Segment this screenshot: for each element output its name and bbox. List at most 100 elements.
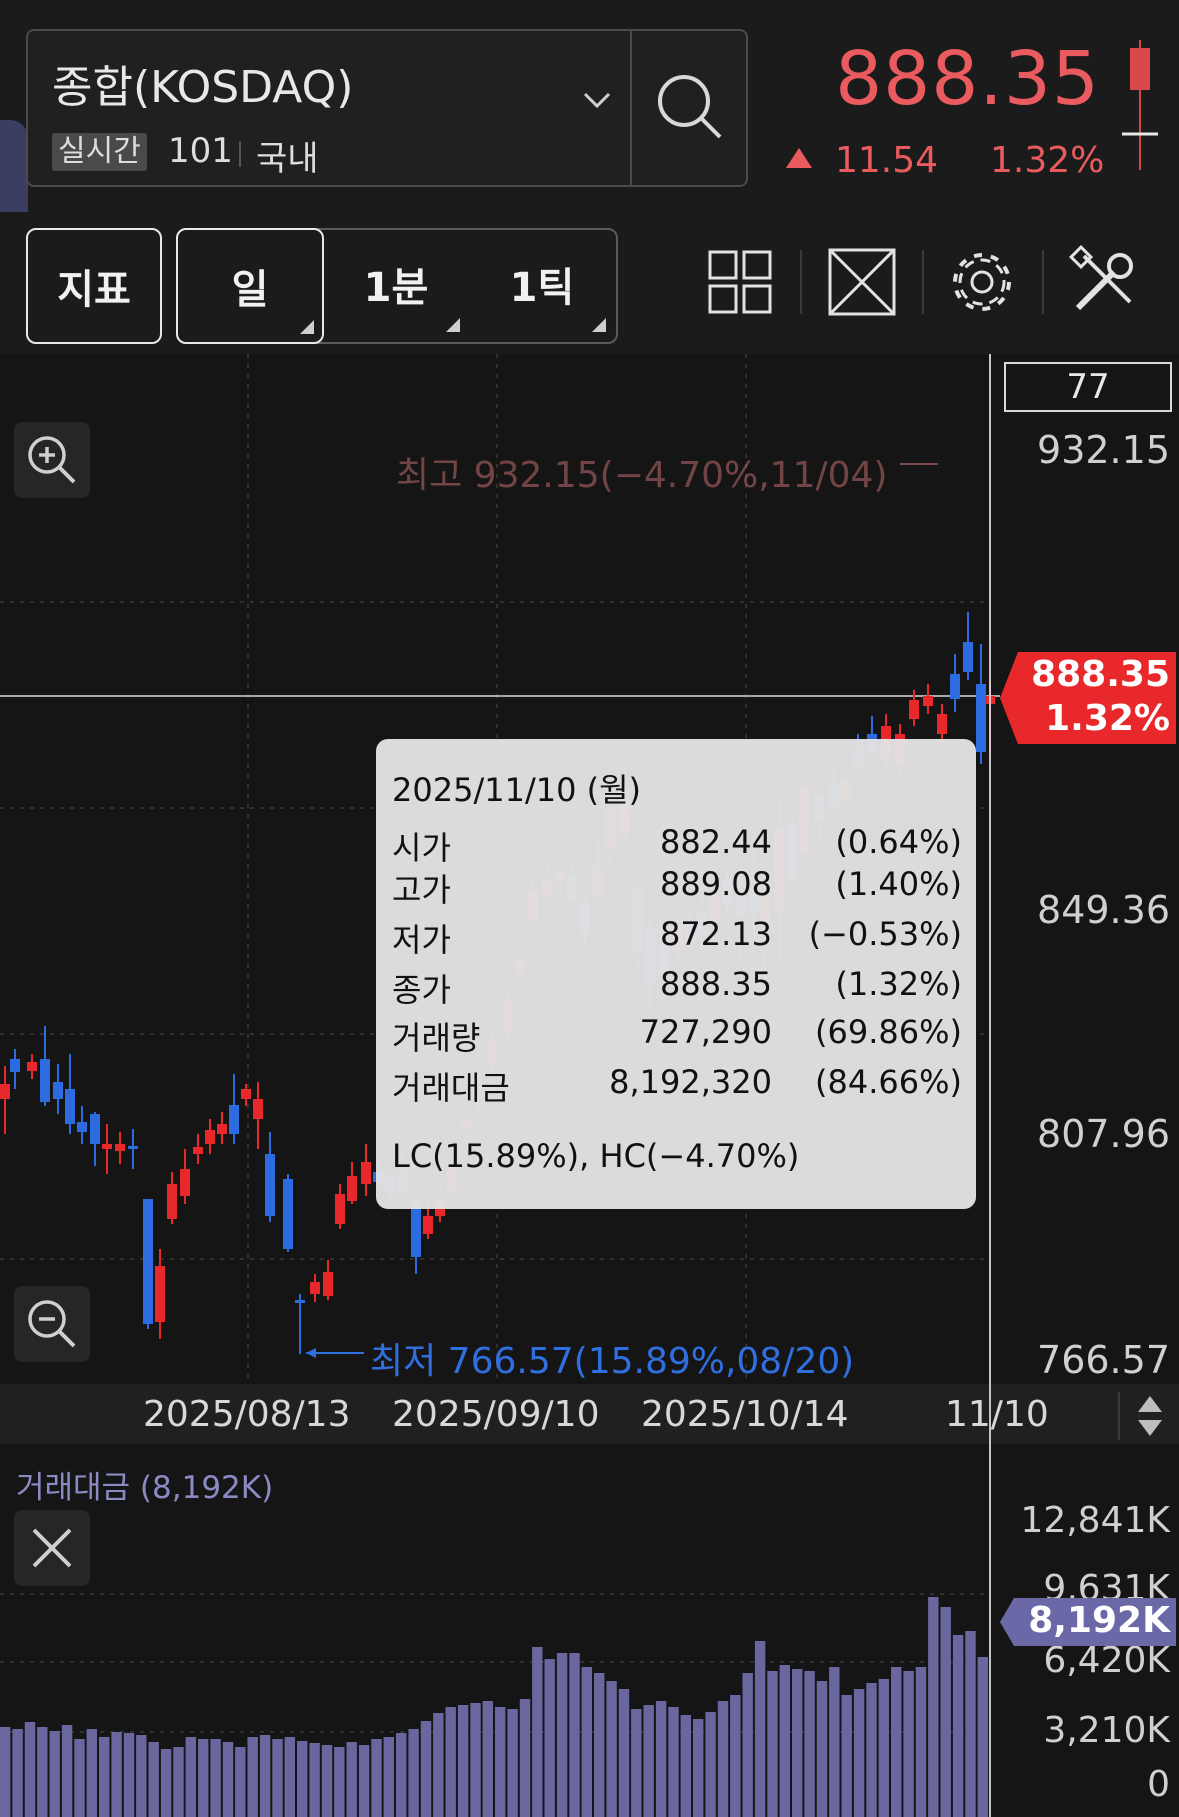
amount-bar	[408, 1729, 419, 1817]
y-axis-label: 849.36	[1037, 888, 1170, 932]
symbol-code: 101	[168, 131, 233, 171]
candle-body	[10, 1059, 20, 1072]
amount-bar	[853, 1689, 865, 1817]
current-price-tag-value: 888.35	[1031, 654, 1170, 695]
indicator-button[interactable]: 지표	[26, 228, 162, 344]
amount-bar	[346, 1742, 357, 1817]
tooltip-key: 고가	[392, 871, 451, 909]
gear-icon[interactable]	[942, 242, 1022, 322]
amount-bar	[878, 1679, 889, 1817]
amount-bar	[470, 1703, 481, 1817]
candle-body	[923, 696, 933, 706]
candle-body	[241, 1089, 251, 1099]
symbol-name: 종합(KOSDAQ)	[52, 62, 354, 113]
candle-body	[143, 1199, 153, 1324]
amount-bar	[532, 1647, 543, 1817]
axis-scroll-button[interactable]	[1118, 1392, 1179, 1440]
symbol-selector[interactable]: 종합(KOSDAQ) 실시간 101 국내	[26, 29, 748, 187]
amount-bar	[767, 1671, 778, 1817]
price-chart[interactable]: 77 932.15 849.36 807.96 766.57 최고 932.15…	[0, 354, 1179, 1384]
amount-bar	[693, 1719, 704, 1817]
amount-bar	[655, 1701, 667, 1817]
grid-layout-icon[interactable]	[700, 242, 780, 322]
amount-bar	[631, 1709, 642, 1817]
high-price-annotation: 최고 932.15(−4.70%,11/04)	[396, 455, 888, 496]
candle-body	[909, 700, 919, 719]
candle-body	[0, 1084, 10, 1099]
period-day-button[interactable]: 일	[176, 228, 324, 344]
amount-bar	[49, 1731, 60, 1817]
candle-body	[77, 1122, 87, 1132]
candle-body	[950, 674, 960, 699]
tools-icon[interactable]	[1064, 242, 1144, 322]
tooltip-date: 2025/11/10 (월)	[392, 771, 642, 809]
amount-bar	[544, 1659, 555, 1817]
amount-bar	[297, 1741, 308, 1817]
amount-bar	[804, 1671, 815, 1817]
amount-bar	[952, 1635, 964, 1817]
amount-bar	[829, 1667, 840, 1817]
candle-count-input[interactable]: 77	[1004, 362, 1172, 412]
period-1tick-button[interactable]: 1틱	[470, 228, 614, 340]
expand-icon[interactable]	[822, 242, 902, 322]
tooltip-key: 종가	[392, 971, 451, 1009]
period-1min-label: 1분	[363, 265, 429, 311]
realtime-tag: 실시간	[52, 133, 147, 171]
up-arrow-icon	[786, 148, 812, 168]
amount-axis-label: 0	[1147, 1764, 1170, 1805]
amount-bar	[482, 1701, 493, 1817]
tooltip-key: 저가	[392, 921, 451, 959]
trading-amount-chart[interactable]: 거래대금 (8,192K) 12,841K 9,631K 6,420K 3,21…	[0, 1444, 1179, 1817]
tooltip-value: 8,192,320	[609, 1063, 772, 1101]
chevron-down-icon[interactable]	[582, 83, 612, 118]
amount-bar	[841, 1695, 852, 1817]
amount-bar	[272, 1739, 283, 1817]
candle-body	[155, 1266, 165, 1322]
tooltip-value: 888.35	[660, 965, 772, 1003]
close-indicator-button[interactable]	[14, 1510, 90, 1586]
amount-bar	[581, 1667, 592, 1817]
amount-bar	[37, 1727, 48, 1817]
tooltip-value: 882.44	[660, 823, 772, 861]
tooltip-lc-hc: LC(15.89%), HC(−4.70%)	[392, 1137, 800, 1175]
candle-body	[90, 1114, 100, 1144]
amount-bar	[284, 1737, 295, 1817]
amount-bar	[136, 1735, 147, 1817]
tooltip-key: 거래량	[392, 1019, 481, 1057]
amount-bar	[148, 1742, 159, 1817]
search-button[interactable]	[632, 31, 746, 185]
tooltip-row-low: 저가 872.13 (−0.53%)	[392, 915, 962, 959]
tooltip-row-high: 고가 889.08 (1.40%)	[392, 865, 962, 909]
x-axis[interactable]: 2025/08/13 2025/09/10 2025/10/14 11/10	[0, 1384, 1179, 1444]
zoom-in-icon	[28, 436, 76, 484]
x-axis-label: 2025/09/10	[392, 1394, 600, 1435]
amount-bar	[173, 1747, 184, 1817]
amount-bar	[111, 1732, 122, 1817]
amount-bar	[891, 1667, 902, 1817]
candle-body	[347, 1176, 357, 1201]
zoom-out-button[interactable]	[14, 1286, 90, 1362]
candle-body	[65, 1089, 75, 1124]
period-1min-button[interactable]: 1분	[324, 228, 468, 340]
amount-bar	[643, 1705, 654, 1817]
amount-bar	[903, 1671, 914, 1817]
amount-bar	[259, 1735, 271, 1817]
price-change: 11.54	[835, 140, 939, 181]
amount-bar	[247, 1737, 258, 1817]
candle-body	[411, 1202, 421, 1257]
amount-bar	[668, 1707, 679, 1817]
amount-bar	[730, 1695, 741, 1817]
amount-bar	[371, 1739, 382, 1817]
tooltip-value: 727,290	[639, 1013, 772, 1051]
amount-bar	[977, 1657, 988, 1817]
zoom-out-icon	[28, 1300, 76, 1348]
tooltip-row-close: 종가 888.35 (1.32%)	[392, 965, 962, 1009]
amount-bar	[123, 1733, 135, 1817]
amount-bar	[680, 1715, 691, 1817]
zoom-in-button[interactable]	[14, 422, 90, 498]
search-icon	[658, 75, 722, 139]
amount-bar	[24, 1722, 36, 1817]
up-down-arrows-icon	[1138, 1396, 1162, 1436]
amount-bar	[222, 1742, 234, 1817]
amount-bar	[198, 1739, 209, 1817]
